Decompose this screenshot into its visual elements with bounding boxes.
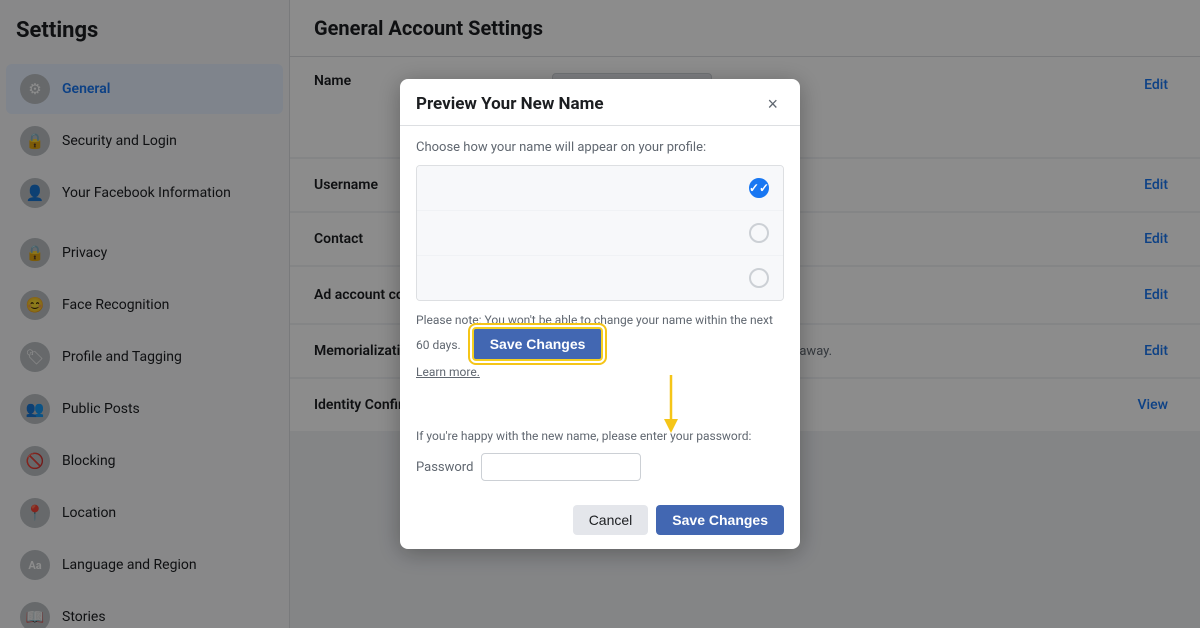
learn-more-text: Learn more. [416,365,784,379]
save-changes-button[interactable]: Save Changes [656,505,784,535]
cancel-button[interactable]: Cancel [573,505,649,535]
name-option-1[interactable]: ✓ [417,166,783,211]
choose-text: Choose how your name will appear on your… [416,140,784,155]
modal-footer: Cancel Save Changes [400,495,800,549]
password-label: Password [416,460,473,475]
save-changes-inline-button[interactable]: Save Changes [472,327,604,361]
modal: Preview Your New Name × Choose how your … [400,79,800,549]
note-text: Please note: You won't be able to change… [416,313,784,361]
modal-overlay[interactable]: Preview Your New Name × Choose how your … [0,0,1200,628]
password-row: Password [416,453,784,481]
modal-close-button[interactable]: × [761,93,784,115]
radio-checked-icon: ✓ [749,178,769,198]
password-prompt-text: If you're happy with the new name, pleas… [416,429,784,443]
name-option-3[interactable] [417,256,783,300]
radio-unchecked-icon-2 [749,268,769,288]
arrow-annotation [631,375,711,435]
note-area: Please note: You won't be able to change… [416,313,784,379]
modal-body: Choose how your name will appear on your… [400,126,800,495]
name-option-2[interactable] [417,211,783,256]
password-input[interactable] [481,453,641,481]
name-options: ✓ [416,165,784,301]
modal-title: Preview Your New Name [416,94,604,114]
modal-header: Preview Your New Name × [400,79,800,126]
radio-unchecked-icon-1 [749,223,769,243]
